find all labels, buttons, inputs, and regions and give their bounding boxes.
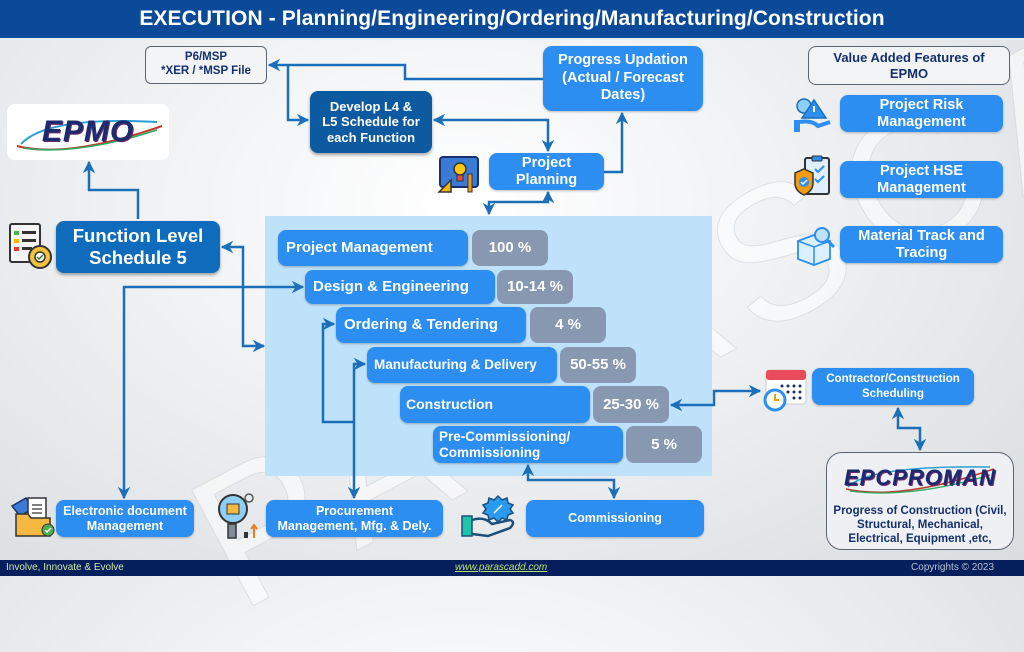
phase-share-design-engineering: 10-14 % — [497, 270, 573, 304]
connector-contractor-epcproman — [891, 406, 927, 452]
progress-line2: (Actual / Forecast — [562, 69, 684, 86]
contractor-scheduling-box[interactable]: Contractor/Construction Scheduling — [812, 368, 974, 405]
epcproman-desc-line2: Structural, Mechanical, — [857, 518, 983, 531]
phase-share-construction: 25-30 % — [593, 386, 669, 423]
feature-material-tracking[interactable]: Material Track and Tracing — [840, 226, 1003, 263]
commissioning-box[interactable]: Commissioning — [526, 500, 704, 537]
epcproman-desc-line3: Electrical, Equipment ,etc, — [848, 532, 992, 545]
progress-line1: Progress Updation — [558, 52, 688, 69]
connector-planning-to-progress — [604, 111, 629, 174]
develop-schedule-box[interactable]: Develop L4 & L5 Schedule for each Functi… — [310, 91, 432, 153]
develop-line1: Develop L4 & — [329, 98, 413, 114]
blueprint-idea-icon — [436, 154, 482, 194]
phase-project-management[interactable]: Project Management — [278, 230, 468, 266]
phase-label: Ordering & Tendering — [344, 316, 498, 333]
calendar-clock-icon — [762, 366, 808, 412]
footer: Involve, Innovate & Evolve www.parascadd… — [0, 560, 1024, 576]
procurement-search-icon — [216, 492, 262, 540]
phase-share-ordering-tendering: 4 % — [530, 307, 606, 343]
phase-label: Project Management — [286, 239, 433, 256]
function-line2: Schedule 5 — [89, 247, 187, 268]
phase-label: Design & Engineering — [313, 278, 469, 295]
progress-updation-box[interactable]: Progress Updation (Actual / Forecast Dat… — [543, 46, 703, 111]
develop-line3: each Function — [326, 129, 416, 145]
phase-share: 50-55 % — [570, 356, 626, 373]
connector-develop-planning — [432, 113, 555, 153]
epcproman-box[interactable]: EPCPROMAN Progress of Construction (Civi… — [826, 452, 1014, 550]
edm-line2: Management — [86, 518, 164, 533]
connector-function-to-epmo — [82, 160, 140, 219]
package-search-icon — [794, 225, 838, 267]
document-folder-icon — [10, 496, 56, 538]
epcproman-logo: EPCPROMAN — [840, 457, 1000, 499]
function-line1: Function Level — [72, 224, 204, 246]
phase-share: 25-30 % — [603, 395, 659, 413]
feature-line2: Tracing — [895, 244, 948, 261]
connector-p6-to-develop — [286, 65, 310, 127]
phase-share-commissioning: 5 % — [626, 426, 702, 463]
phase-label: Construction — [406, 396, 494, 413]
edm-line1: Electronic document — [63, 503, 187, 518]
phase-label: Manufacturing & Delivery — [374, 356, 537, 372]
feature-line1: Material Track and — [858, 227, 985, 244]
connector-progress-to-p6 — [267, 58, 543, 81]
feature-line2: Management — [877, 113, 966, 130]
phase-label-line1: Pre-Commissioning/ — [439, 428, 571, 444]
p6-msp-file-box[interactable]: P6/MSP *XER / *MSP File — [145, 46, 267, 84]
value-added-title-line1: Value Added Features of — [833, 49, 985, 65]
phase-share: 10-14 % — [507, 278, 563, 295]
epcproman-desc-line1: Progress of Construction (Civil, — [833, 505, 1007, 517]
progress-line3: Dates) — [600, 87, 646, 104]
epcproman-logo-text: EPCPROMAN — [843, 464, 996, 490]
feature-line1: Project HSE — [880, 162, 963, 179]
page-title: EXECUTION - Planning/Engineering/Orderin… — [0, 0, 1024, 40]
hse-checklist-icon — [793, 155, 833, 197]
risk-hand-icon — [792, 96, 834, 134]
schedule-gear-icon — [8, 222, 54, 270]
develop-line2: L5 Schedule for — [322, 114, 420, 130]
phase-manufacturing-delivery[interactable]: Manufacturing & Delivery — [367, 347, 557, 383]
feature-line2: Management — [877, 179, 966, 196]
electronic-document-box[interactable]: Electronic document Management — [56, 500, 194, 537]
planning-line2: Planning — [515, 171, 578, 188]
procurement-line2: Management, Mfg. & Dely. — [277, 518, 432, 533]
epmo-logo: EPMO — [7, 104, 169, 160]
function-level-schedule-box[interactable]: Function Level Schedule 5 — [56, 221, 220, 273]
feature-line1: Project Risk — [879, 96, 964, 113]
footer-tagline: Involve, Innovate & Evolve — [6, 562, 124, 573]
contractor-line2: Scheduling — [862, 387, 924, 400]
phase-design-engineering[interactable]: Design & Engineering — [305, 270, 495, 304]
phase-share: 100 % — [488, 239, 532, 256]
p6-msp-line1: P6/MSP — [184, 51, 228, 64]
feature-project-hse[interactable]: Project HSE Management — [840, 161, 1003, 198]
footer-website-link[interactable]: www.parascadd.com — [455, 562, 547, 573]
p6-msp-line2: *XER / *MSP File — [161, 65, 251, 77]
commissioning-label: Commissioning — [568, 511, 662, 525]
feature-project-risk[interactable]: Project Risk Management — [840, 95, 1003, 132]
phase-commissioning[interactable]: Pre-Commissioning/ Commissioning — [433, 426, 623, 463]
phase-construction[interactable]: Construction — [400, 386, 590, 423]
connector-planning-panel — [482, 190, 555, 216]
connector-function-panel — [220, 240, 266, 353]
footer-copyright: Copyrights © 2023 — [911, 562, 994, 573]
project-planning-box[interactable]: Project Planning — [489, 153, 604, 190]
phase-share-project-management: 100 % — [472, 230, 548, 266]
contractor-line1: Contractor/Construction — [826, 372, 960, 385]
procurement-line1: Procurement — [315, 503, 394, 518]
phase-ordering-tendering[interactable]: Ordering & Tendering — [336, 307, 526, 343]
commissioning-hand-icon — [460, 492, 522, 540]
value-added-title: Value Added Features of EPMO — [808, 46, 1010, 85]
phase-share-manufacturing-delivery: 50-55 % — [560, 347, 636, 383]
phase-share: 5 % — [651, 435, 677, 453]
epmo-logo-text: EPMO — [41, 115, 135, 148]
procurement-box[interactable]: Procurement Management, Mfg. & Dely. — [266, 500, 443, 537]
value-added-title-line2: EPMO — [889, 65, 929, 81]
phase-share: 4 % — [555, 316, 581, 333]
planning-line1: Project — [521, 154, 572, 171]
phase-label-line2: Commissioning — [439, 444, 541, 460]
